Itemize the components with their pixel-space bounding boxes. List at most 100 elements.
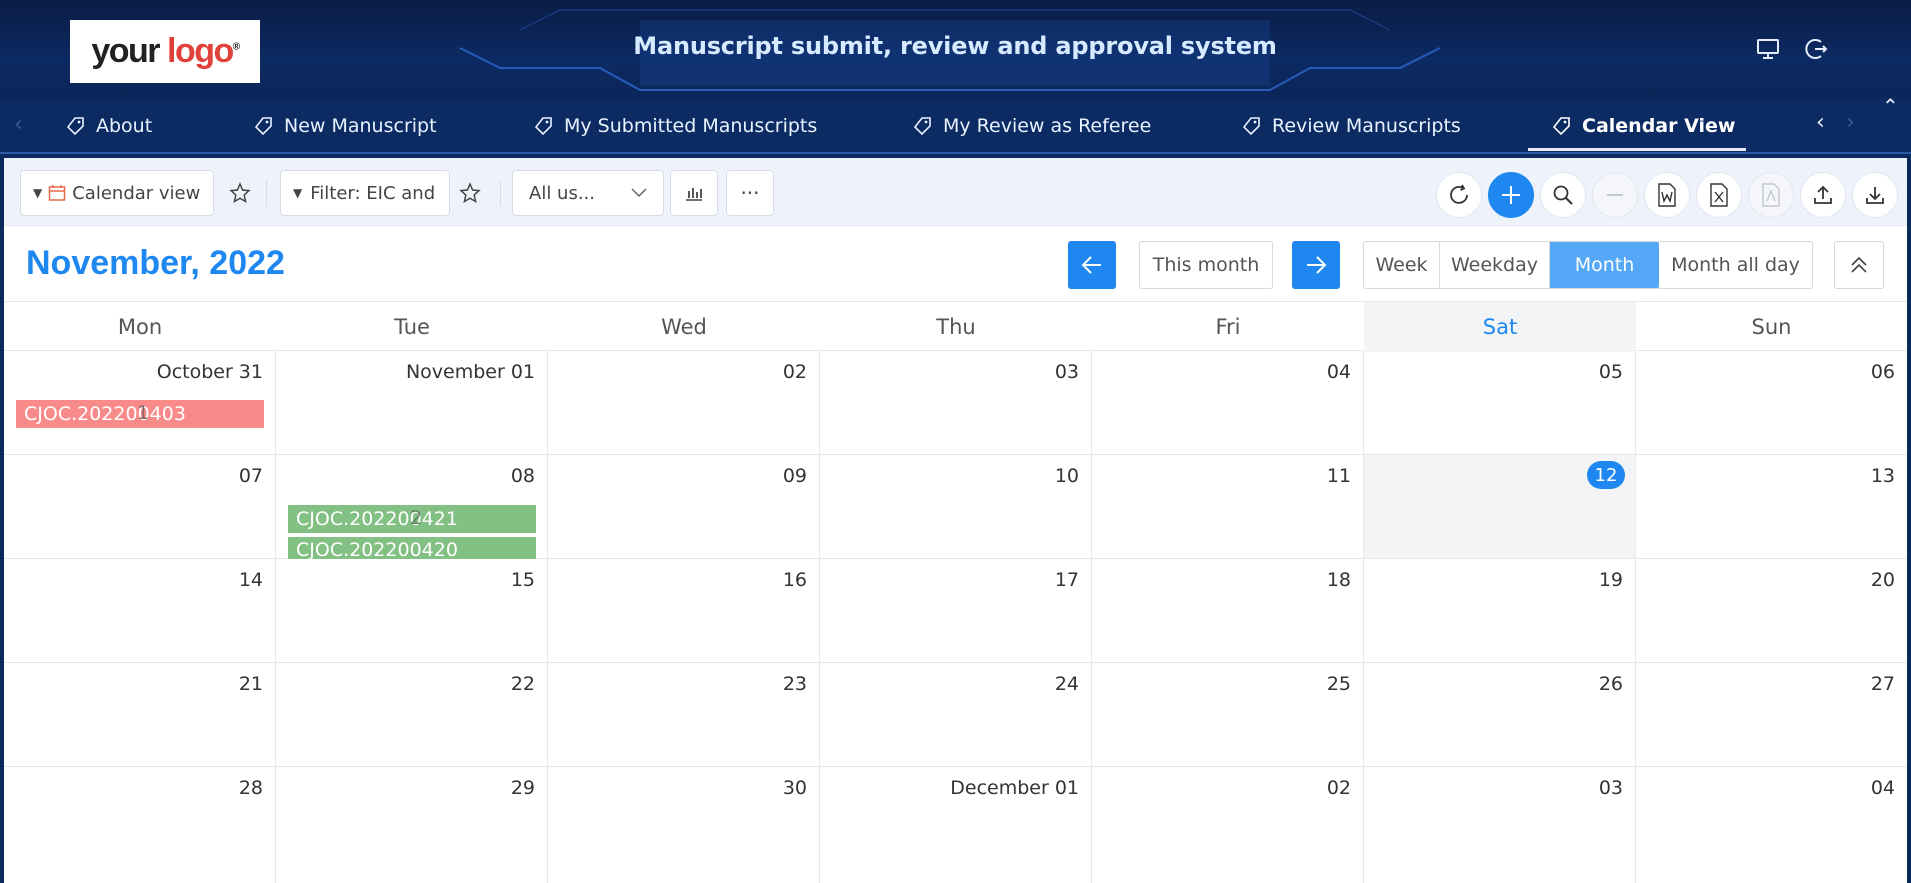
next-month-button[interactable]: [1292, 241, 1340, 289]
search-icon: [1553, 185, 1573, 205]
day-cell[interactable]: 06: [1636, 351, 1907, 454]
today-cell[interactable]: 12: [1364, 455, 1636, 558]
day-number: 17: [1054, 569, 1079, 591]
view-select[interactable]: ▼ Calendar view: [20, 170, 214, 216]
export-excel-button[interactable]: [1696, 172, 1742, 218]
day-cell[interactable]: December 01: [820, 767, 1092, 883]
app-header: your logo® Manuscript submit, review and…: [0, 0, 1911, 98]
download-button[interactable]: [1852, 172, 1898, 218]
more-events-count[interactable]: 2: [410, 507, 422, 529]
tab-calendar-view[interactable]: Calendar View: [1552, 98, 1735, 154]
day-number: 20: [1870, 569, 1895, 591]
view-mode-switch: Week Weekday Month: [1363, 241, 1660, 289]
month-all-day-view-button[interactable]: Month all day: [1659, 241, 1813, 289]
prev-month-button[interactable]: [1068, 241, 1116, 289]
more-events-count[interactable]: 1: [137, 402, 149, 424]
company-logo[interactable]: your logo®: [70, 20, 260, 83]
week-view-button[interactable]: Week: [1364, 242, 1440, 288]
day-cell[interactable]: 25: [1092, 663, 1364, 766]
this-month-button[interactable]: This month: [1139, 241, 1273, 289]
day-cell[interactable]: 03: [1364, 767, 1636, 883]
day-cell[interactable]: 20: [1636, 559, 1907, 662]
logo-word-2: logo: [167, 32, 234, 70]
day-number: 11: [1326, 465, 1351, 487]
day-cell[interactable]: 30: [548, 767, 820, 883]
plus-icon: [1502, 186, 1520, 204]
day-cell[interactable]: 02: [548, 351, 820, 454]
tab-my-submitted-label: My Submitted Manuscripts: [564, 115, 818, 137]
more-dots-icon: ···: [740, 181, 760, 205]
export-pdf-button[interactable]: [1748, 172, 1794, 218]
day-cell[interactable]: 04: [1636, 767, 1907, 883]
day-number: 13: [1870, 465, 1895, 487]
logout-icon[interactable]: [1803, 36, 1829, 62]
download-icon: [1866, 187, 1884, 204]
filter-select[interactable]: ▼ Filter: EIC and: [280, 170, 450, 216]
remove-button[interactable]: [1592, 172, 1638, 218]
day-cell[interactable]: 21: [4, 663, 276, 766]
favorite-view-star-icon[interactable]: [220, 170, 260, 216]
tab-my-review-label: My Review as Referee: [943, 115, 1152, 137]
tab-review-manuscripts[interactable]: Review Manuscripts: [1242, 98, 1461, 154]
day-number: 28: [238, 777, 263, 799]
day-number: 06: [1870, 361, 1895, 383]
day-cell[interactable]: 26: [1364, 663, 1636, 766]
day-cell[interactable]: 07: [4, 455, 276, 558]
logo-reg-mark: ®: [232, 41, 240, 53]
day-cell[interactable]: 27: [1636, 663, 1907, 766]
more-options-button[interactable]: ···: [726, 170, 774, 216]
day-cell[interactable]: 03: [820, 351, 1092, 454]
day-cell[interactable]: 16: [548, 559, 820, 662]
today-badge: 12: [1587, 461, 1625, 489]
day-number: October 31: [156, 361, 263, 383]
day-cell[interactable]: 29: [276, 767, 548, 883]
day-cell[interactable]: 24: [820, 663, 1092, 766]
weekday-view-button[interactable]: Weekday: [1440, 242, 1550, 288]
tab-my-submitted-manuscripts[interactable]: My Submitted Manuscripts: [534, 98, 817, 154]
day-cell[interactable]: 13: [1636, 455, 1907, 558]
day-cell[interactable]: November 01: [276, 351, 548, 454]
upload-button[interactable]: [1800, 172, 1846, 218]
day-cell[interactable]: 17: [820, 559, 1092, 662]
add-button[interactable]: [1488, 172, 1534, 218]
nav-scroll-left-icon[interactable]: ‹: [14, 112, 23, 137]
nav-prev-icon[interactable]: ‹: [1816, 110, 1825, 135]
tab-new-manuscript[interactable]: New Manuscript: [254, 98, 437, 154]
day-cell[interactable]: 23: [548, 663, 820, 766]
day-number: 29: [510, 777, 535, 799]
collapse-panel-button[interactable]: [1834, 241, 1884, 289]
calendar-icon: [48, 185, 66, 201]
day-cell[interactable]: 02: [1092, 767, 1364, 883]
day-cell[interactable]: 22: [276, 663, 548, 766]
monitor-icon[interactable]: [1755, 36, 1781, 62]
main-nav: ‹ About New Manuscript My Submitted Manu…: [0, 94, 1911, 154]
arrow-left-icon: [1081, 256, 1101, 274]
day-cell[interactable]: 11: [1092, 455, 1364, 558]
refresh-button[interactable]: [1436, 172, 1482, 218]
tab-my-review-as-referee[interactable]: My Review as Referee: [913, 98, 1151, 154]
day-cell[interactable]: 18: [1092, 559, 1364, 662]
nav-next-icon[interactable]: ›: [1846, 110, 1855, 135]
calendar-event[interactable]: CJOC.202200420: [288, 537, 536, 559]
chart-button[interactable]: [670, 170, 718, 216]
month-view-button[interactable]: Month: [1550, 242, 1659, 288]
day-cell[interactable]: 05: [1364, 351, 1636, 454]
day-cell[interactable]: 09: [548, 455, 820, 558]
export-word-button[interactable]: [1644, 172, 1690, 218]
search-button[interactable]: [1540, 172, 1586, 218]
day-cell[interactable]: 19: [1364, 559, 1636, 662]
tab-about[interactable]: About: [66, 98, 152, 154]
day-cell[interactable]: 15: [276, 559, 548, 662]
collapse-header-icon[interactable]: ⌃: [1882, 94, 1899, 118]
tag-icon: [254, 117, 272, 136]
day-cell[interactable]: 10: [820, 455, 1092, 558]
day-cell[interactable]: 14: [4, 559, 276, 662]
favorite-filter-star-icon[interactable]: [450, 170, 490, 216]
refresh-icon: [1450, 184, 1468, 204]
day-cell[interactable]: 04: [1092, 351, 1364, 454]
users-select[interactable]: All us...: [512, 170, 664, 216]
nav-divider: [0, 152, 1911, 154]
month-title: November, 2022: [26, 244, 285, 282]
day-cell[interactable]: 28: [4, 767, 276, 883]
logo-word-1: your: [91, 32, 160, 70]
